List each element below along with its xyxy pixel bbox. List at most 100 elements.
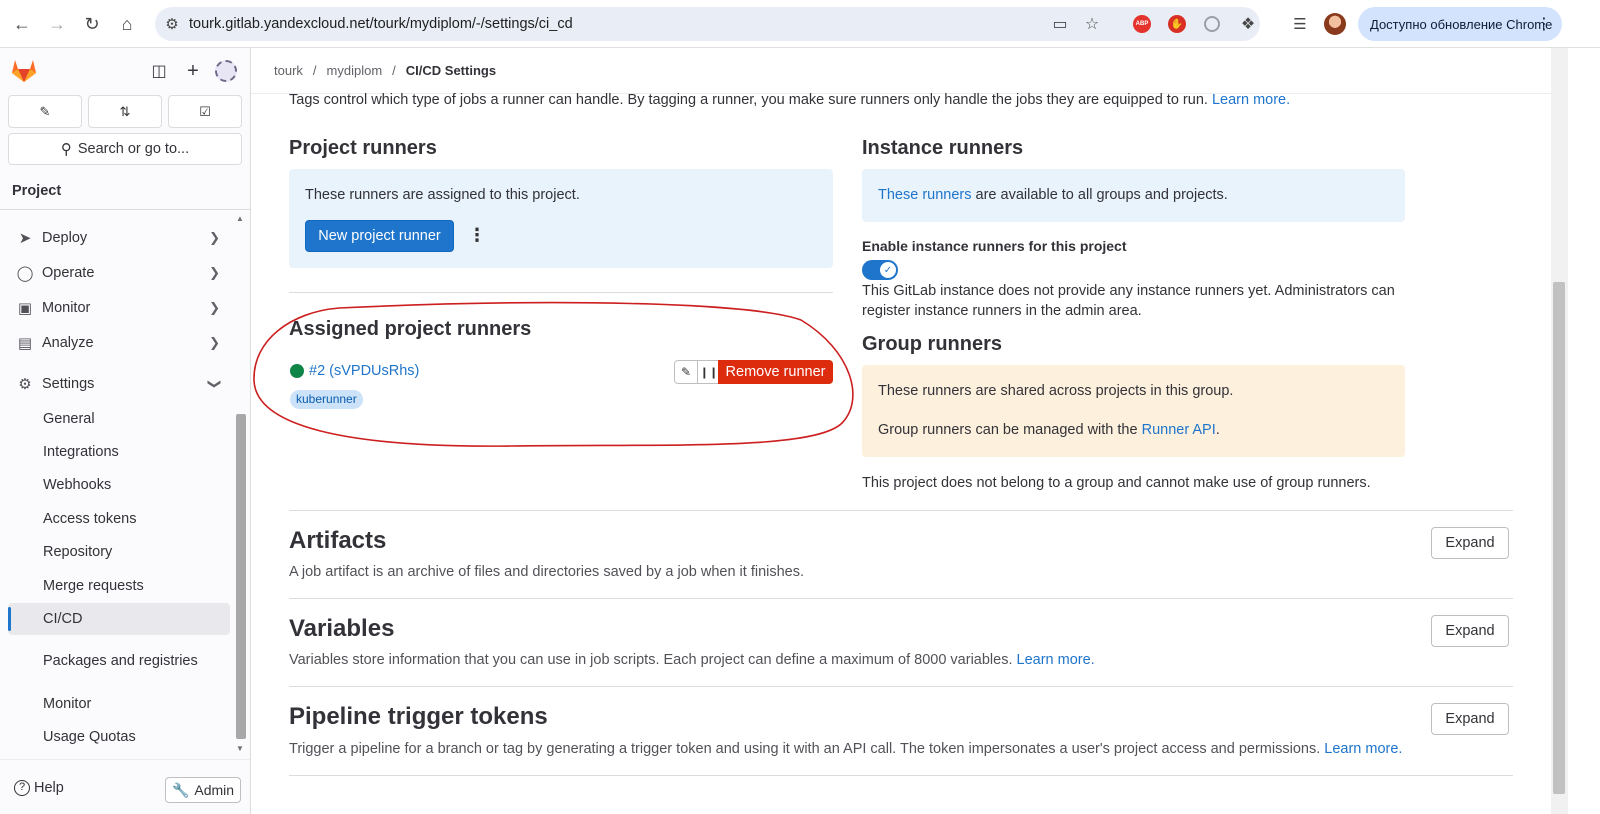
sidebar-item-label: Deploy <box>42 230 88 246</box>
merge-requests-icon[interactable]: ⇅ <box>88 95 162 128</box>
chevron-right-icon: ❯ <box>209 230 220 245</box>
divider <box>289 686 1513 687</box>
sidebar-item-deploy[interactable]: ➤ Deploy ❯ <box>8 222 230 254</box>
globe-extension-icon[interactable] <box>1200 12 1224 36</box>
variables-expand-button[interactable]: Expand <box>1431 615 1509 647</box>
top-bar: tourk / mydiplom / CI/CD Settings <box>251 48 1551 94</box>
runner-api-link[interactable]: Runner API <box>1142 422 1216 438</box>
operate-icon: ◯ <box>16 265 34 282</box>
group-runners-info2-pre: Group runners can be managed with the <box>878 422 1138 438</box>
toggle-sidebar-icon[interactable]: ◫ <box>148 60 170 82</box>
sidebar: ◫ + ✎ ⇅ ☑ ⚲ Search or go to... Project ➤… <box>0 48 251 814</box>
user-avatar[interactable] <box>215 60 237 82</box>
sidebar-subitem-integrations[interactable]: Integrations <box>8 436 230 468</box>
sidebar-section-title: Project <box>12 183 62 199</box>
divider <box>289 292 833 293</box>
rocket-icon: ➤ <box>18 230 32 247</box>
create-new-icon[interactable]: + <box>182 60 204 82</box>
divider <box>289 598 1513 599</box>
enable-instance-runners-toggle[interactable]: ✓ <box>862 260 898 280</box>
breadcrumb-current: CI/CD Settings <box>405 63 497 78</box>
more-actions-icon[interactable]: ⋮ <box>468 225 486 246</box>
intro-learn-more-link[interactable]: Learn more. <box>1212 92 1290 108</box>
more-menu-icon[interactable]: ⋮ <box>1536 14 1552 34</box>
pipeline-trigger-tokens-description: Trigger a pipeline for a branch or tag b… <box>289 741 1402 757</box>
profile-avatar[interactable] <box>1323 12 1347 36</box>
these-runners-link[interactable]: These runners <box>878 187 972 203</box>
scroll-down-arrow-icon[interactable]: ▼ <box>236 744 244 753</box>
sidebar-scrollbar-thumb[interactable] <box>236 414 246 739</box>
admin-button[interactable]: 🔧 Admin <box>165 777 241 803</box>
forward-icon[interactable]: → <box>43 10 71 38</box>
pipeline-trigger-tokens-title: Pipeline trigger tokens <box>289 703 548 730</box>
chrome-update-button[interactable]: Доступно обновление Chrome ⋮ <box>1358 7 1562 41</box>
red-annotation-ellipse <box>253 301 854 447</box>
variables-description: Variables store information that you can… <box>289 652 1095 668</box>
sidebar-subitem-repository[interactable]: Repository <box>8 536 230 568</box>
breadcrumb-item[interactable]: tourk <box>274 63 303 78</box>
artifacts-description: A job artifact is an archive of files an… <box>289 564 805 580</box>
breadcrumb-item[interactable]: mydiplom <box>327 63 383 78</box>
sidebar-subitem-webhooks[interactable]: Webhooks <box>8 469 230 501</box>
breadcrumb-separator: / <box>392 63 396 78</box>
variables-learn-more-link[interactable]: Learn more. <box>1017 652 1095 668</box>
instance-runners-info: These runners are available to all group… <box>878 187 1228 203</box>
breadcrumb-separator: / <box>312 63 317 78</box>
browser-toolbar: ← → ↻ ⌂ ⚙ tourk.gitlab.yandexcloud.net/t… <box>0 0 1600 48</box>
reload-icon[interactable]: ↻ <box>78 10 106 38</box>
issues-icon[interactable]: ✎ <box>8 95 82 128</box>
todo-icon[interactable]: ☑ <box>168 95 242 128</box>
sidebar-item-operate[interactable]: ◯ Operate ❯ <box>8 257 230 289</box>
scroll-up-arrow-icon[interactable]: ▲ <box>236 214 244 223</box>
sidebar-subitem-cicd[interactable]: CI/CD <box>8 603 230 635</box>
help-button[interactable]: ? Help <box>14 780 64 796</box>
media-control-icon[interactable]: ☰ <box>1288 12 1312 36</box>
extensions-puzzle-icon[interactable]: ❖ <box>1236 12 1260 36</box>
install-app-icon[interactable]: ▭ <box>1045 7 1075 41</box>
pipeline-trigger-tokens-description-text: Trigger a pipeline for a branch or tag b… <box>289 741 1321 757</box>
sidebar-item-label: Settings <box>42 376 95 392</box>
project-runners-title: Project runners <box>289 137 437 159</box>
sidebar-item-label: Analyze <box>42 335 94 351</box>
instance-runners-note-line1: This GitLab instance does not provide an… <box>862 283 1395 299</box>
pipeline-trigger-tokens-learn-more-link[interactable]: Learn more. <box>1324 741 1402 757</box>
breadcrumb: tourk / mydiplom / CI/CD Settings <box>274 63 496 78</box>
new-project-runner-button[interactable]: New project runner <box>305 220 454 252</box>
stop-hand-extension-icon[interactable]: ✋ <box>1165 12 1189 36</box>
chart-icon: ▤ <box>17 335 33 352</box>
sidebar-item-analyze[interactable]: ▤ Analyze ❯ <box>8 327 230 359</box>
back-icon[interactable]: ← <box>8 10 36 38</box>
sidebar-subitem-usage-quotas[interactable]: Usage Quotas <box>8 721 230 753</box>
sidebar-subitem-merge-requests[interactable]: Merge requests <box>8 570 230 602</box>
monitor-icon: ▣ <box>17 300 33 317</box>
chevron-right-icon: ❯ <box>209 265 220 280</box>
pipeline-trigger-tokens-expand-button[interactable]: Expand <box>1431 703 1509 735</box>
search-icon: ⚲ <box>60 141 72 158</box>
bookmark-star-icon[interactable]: ☆ <box>1077 7 1107 41</box>
divider <box>289 775 1513 776</box>
sidebar-subitem-packages[interactable]: Packages and registries <box>8 640 198 682</box>
adblock-extension-icon[interactable]: ABP <box>1130 12 1154 36</box>
group-runners-info2: Group runners can be managed with the Ru… <box>878 422 1220 438</box>
help-label: Help <box>34 780 64 796</box>
intro-text: Tags control which type of jobs a runner… <box>289 92 1290 108</box>
sidebar-item-label: Monitor <box>42 300 91 316</box>
sidebar-subitem-access-tokens[interactable]: Access tokens <box>8 503 230 535</box>
group-runners-info2-post: . <box>1215 422 1220 438</box>
home-icon[interactable]: ⌂ <box>113 10 141 38</box>
sidebar-item-monitor[interactable]: ▣ Monitor ❯ <box>8 292 230 324</box>
variables-title: Variables <box>289 615 395 642</box>
sidebar-item-settings[interactable]: ⚙ Settings ❯ <box>8 368 230 400</box>
instance-runners-note-line2: register instance runners in the admin a… <box>862 303 1142 319</box>
site-info-icon[interactable]: ⚙ <box>155 15 189 33</box>
artifacts-expand-button[interactable]: Expand <box>1431 527 1509 559</box>
address-bar[interactable]: ⚙ tourk.gitlab.yandexcloud.net/tourk/myd… <box>155 7 1260 41</box>
sidebar-subitem-general[interactable]: General <box>8 403 230 435</box>
search-button[interactable]: ⚲ Search or go to... <box>8 133 242 165</box>
divider <box>289 510 1513 511</box>
gitlab-logo-icon[interactable] <box>10 57 38 83</box>
sidebar-subitem-monitor[interactable]: Monitor <box>8 688 230 720</box>
intro-body: Tags control which type of jobs a runner… <box>289 92 1208 108</box>
page-scrollbar-thumb[interactable] <box>1553 282 1565 794</box>
instance-runners-info-rest: are available to all groups and projects… <box>975 187 1228 203</box>
